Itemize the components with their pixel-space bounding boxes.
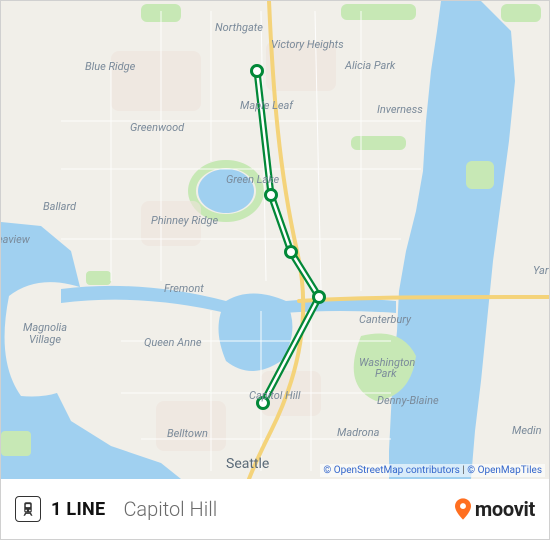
route-name: 1 LINE xyxy=(51,499,105,520)
map-attribution: © OpenStreetMap contributors | © OpenMap… xyxy=(320,464,545,477)
basemap xyxy=(1,1,549,479)
light-rail-icon xyxy=(15,496,41,522)
brand-name: moovit xyxy=(475,497,535,521)
route-info-bar: 1 LINE Capitol Hill moovit xyxy=(1,479,549,539)
brand-logo[interactable]: moovit xyxy=(455,497,535,521)
route-destination: Capitol Hill xyxy=(123,497,217,521)
attribution-osm-link[interactable]: © OpenStreetMap contributors xyxy=(323,465,459,476)
map-viewport[interactable]: NorthgateVictory HeightsAlicia ParkBlue … xyxy=(1,1,549,479)
moovit-pin-icon xyxy=(455,498,471,520)
attribution-maptiles-link[interactable]: © OpenMapTiles xyxy=(467,465,542,476)
app-frame: NorthgateVictory HeightsAlicia ParkBlue … xyxy=(0,0,550,540)
